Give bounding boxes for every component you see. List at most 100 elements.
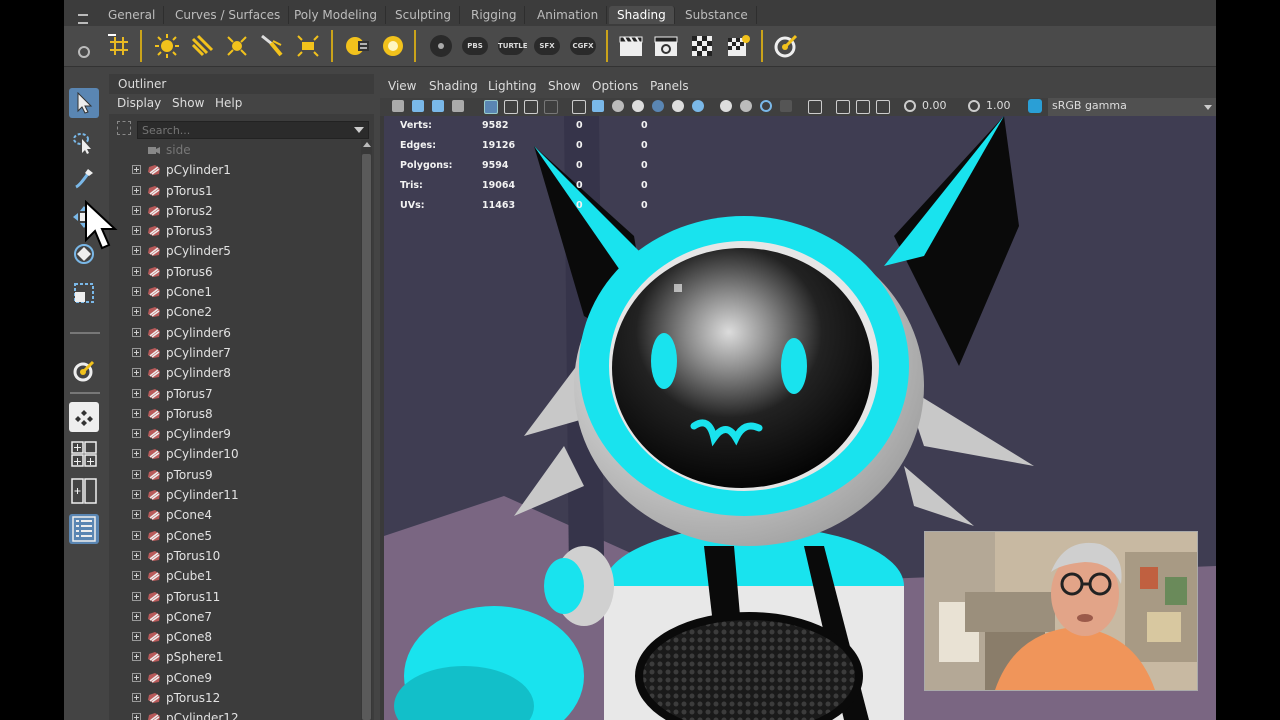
shelf-settings-gear-icon[interactable] bbox=[78, 46, 90, 58]
outliner-item[interactable]: pCylinder9 bbox=[109, 424, 364, 444]
expand-toggle-icon[interactable] bbox=[132, 226, 141, 236]
outliner-item[interactable]: pCube1 bbox=[109, 566, 364, 586]
outliner-item[interactable]: pTorus7 bbox=[109, 384, 364, 404]
expand-toggle-icon[interactable] bbox=[132, 611, 141, 621]
ipr-render-icon[interactable] bbox=[651, 31, 681, 61]
outliner-item[interactable]: pCone8 bbox=[109, 627, 364, 647]
outliner-menu-help[interactable]: Help bbox=[215, 96, 242, 110]
expand-toggle-icon[interactable] bbox=[132, 693, 141, 703]
select-tool-arrow-icon[interactable] bbox=[69, 88, 99, 118]
outliner-item[interactable]: pCone7 bbox=[109, 607, 364, 627]
expand-toggle-icon[interactable] bbox=[132, 571, 141, 581]
outliner-item[interactable]: pTorus8 bbox=[109, 404, 364, 424]
outliner-item[interactable]: pTorus9 bbox=[109, 465, 364, 485]
expand-toggle-icon[interactable] bbox=[132, 408, 141, 418]
tab-poly-modeling[interactable]: Poly Modeling bbox=[286, 6, 386, 24]
expand-toggle-icon[interactable] bbox=[132, 591, 141, 601]
scrollbar-thumb[interactable] bbox=[362, 154, 371, 720]
spot-light-icon[interactable] bbox=[257, 31, 287, 61]
xray-joints-icon[interactable] bbox=[836, 100, 850, 114]
use-all-lights-icon[interactable] bbox=[652, 100, 664, 112]
expand-toggle-icon[interactable] bbox=[132, 429, 141, 439]
scroll-up-icon[interactable] bbox=[363, 142, 371, 147]
outliner-item[interactable]: pCylinder12 bbox=[109, 708, 364, 720]
tab-curves-surfaces[interactable]: Curves / Surfaces bbox=[167, 6, 290, 24]
outliner-item[interactable]: pCone5 bbox=[109, 526, 364, 546]
outliner-item[interactable]: pCylinder1 bbox=[109, 160, 364, 180]
area-light-icon[interactable] bbox=[293, 31, 323, 61]
outliner-item[interactable]: pCylinder10 bbox=[109, 444, 364, 464]
outliner-item[interactable]: pTorus10 bbox=[109, 546, 364, 566]
point-light-icon[interactable] bbox=[222, 31, 252, 61]
outliner-item[interactable]: pCylinder8 bbox=[109, 363, 364, 383]
cgfx-button[interactable]: CGFX bbox=[568, 31, 598, 61]
directional-light-icon[interactable] bbox=[188, 31, 218, 61]
single-pane-layout-icon[interactable] bbox=[69, 402, 99, 432]
resolution-gate-icon[interactable] bbox=[524, 100, 538, 114]
image-plane-icon[interactable] bbox=[452, 100, 464, 112]
outliner-item[interactable]: pCone9 bbox=[109, 668, 364, 688]
outliner-menu-show[interactable]: Show bbox=[172, 96, 204, 110]
last-tool-used-icon[interactable] bbox=[69, 356, 99, 386]
expand-toggle-icon[interactable] bbox=[132, 165, 141, 175]
tab-sculpting[interactable]: Sculpting bbox=[387, 6, 461, 24]
camera-attributes-icon[interactable] bbox=[412, 100, 424, 112]
expand-toggle-icon[interactable] bbox=[132, 632, 141, 642]
outliner-item[interactable]: pTorus11 bbox=[109, 587, 364, 607]
outliner-filter-icon[interactable] bbox=[117, 121, 131, 135]
expand-toggle-icon[interactable] bbox=[132, 266, 141, 276]
expand-toggle-icon[interactable] bbox=[132, 672, 141, 682]
expand-toggle-icon[interactable] bbox=[132, 550, 141, 560]
outliner-item[interactable]: pSphere1 bbox=[109, 647, 364, 667]
tab-shading[interactable]: Shading bbox=[609, 6, 675, 24]
outliner-item[interactable]: pTorus2 bbox=[109, 201, 364, 221]
turtle-button[interactable]: TURTLE bbox=[496, 31, 528, 61]
outliner-item[interactable]: pCone1 bbox=[109, 282, 364, 302]
depth-of-field-icon[interactable] bbox=[760, 100, 772, 112]
isolate-select-icon[interactable] bbox=[780, 100, 792, 112]
outliner-item[interactable]: pCone4 bbox=[109, 505, 364, 525]
render-clapboard-icon[interactable] bbox=[616, 31, 646, 61]
color-space-dropdown[interactable]: sRGB gamma bbox=[1048, 98, 1216, 116]
outliner-scrollbar[interactable] bbox=[361, 140, 372, 720]
viewport-menu-panels[interactable]: Panels bbox=[650, 79, 689, 93]
expand-toggle-icon[interactable] bbox=[132, 205, 141, 215]
scale-tool-icon[interactable] bbox=[69, 278, 99, 308]
expand-toggle-icon[interactable] bbox=[132, 327, 141, 337]
viewport-menu-shading[interactable]: Shading bbox=[429, 79, 478, 93]
outliner-item[interactable]: pTorus3 bbox=[109, 221, 364, 241]
wireframe-icon[interactable] bbox=[572, 100, 586, 114]
outliner-item[interactable]: pCylinder7 bbox=[109, 343, 364, 363]
hypershade-icon[interactable] bbox=[342, 31, 372, 61]
expand-toggle-icon[interactable] bbox=[132, 490, 141, 500]
tab-rigging[interactable]: Rigging bbox=[463, 6, 526, 24]
outliner-item[interactable]: pCylinder5 bbox=[109, 241, 364, 261]
outliner-item[interactable]: pTorus1 bbox=[109, 181, 364, 201]
expand-toggle-icon[interactable] bbox=[132, 530, 141, 540]
outliner-item[interactable]: pCylinder6 bbox=[109, 323, 364, 343]
hypershade-target-icon[interactable] bbox=[771, 31, 801, 61]
shadows-icon[interactable] bbox=[672, 100, 684, 112]
grid-toggle-icon[interactable] bbox=[484, 100, 498, 114]
wireframe-on-shaded-icon[interactable] bbox=[612, 100, 624, 112]
shader-ball-icon[interactable] bbox=[426, 31, 456, 61]
expand-toggle-icon[interactable] bbox=[132, 449, 141, 459]
expand-toggle-icon[interactable] bbox=[132, 510, 141, 520]
render-settings-icon[interactable] bbox=[687, 31, 717, 61]
expand-toggle-icon[interactable] bbox=[132, 469, 141, 479]
xray-icon[interactable] bbox=[808, 100, 822, 114]
anti-aliasing-icon[interactable] bbox=[740, 100, 752, 112]
lasso-tool-icon[interactable] bbox=[69, 128, 99, 158]
expand-toggle-icon[interactable] bbox=[132, 307, 141, 317]
two-pane-layout-icon[interactable] bbox=[69, 476, 99, 506]
expand-toggle-icon[interactable] bbox=[132, 652, 141, 662]
gamma-icon[interactable] bbox=[968, 100, 980, 112]
textured-icon[interactable] bbox=[632, 100, 644, 112]
sfx-button[interactable]: SFX bbox=[532, 31, 562, 61]
tab-substance[interactable]: Substance bbox=[677, 6, 757, 24]
gamma-value[interactable]: 1.00 bbox=[986, 99, 1011, 112]
outliner-item[interactable]: pTorus12 bbox=[109, 688, 364, 708]
film-gate-icon[interactable] bbox=[504, 100, 518, 114]
grid-snap-icon[interactable] bbox=[104, 31, 134, 61]
outliner-layout-icon[interactable] bbox=[69, 514, 99, 544]
